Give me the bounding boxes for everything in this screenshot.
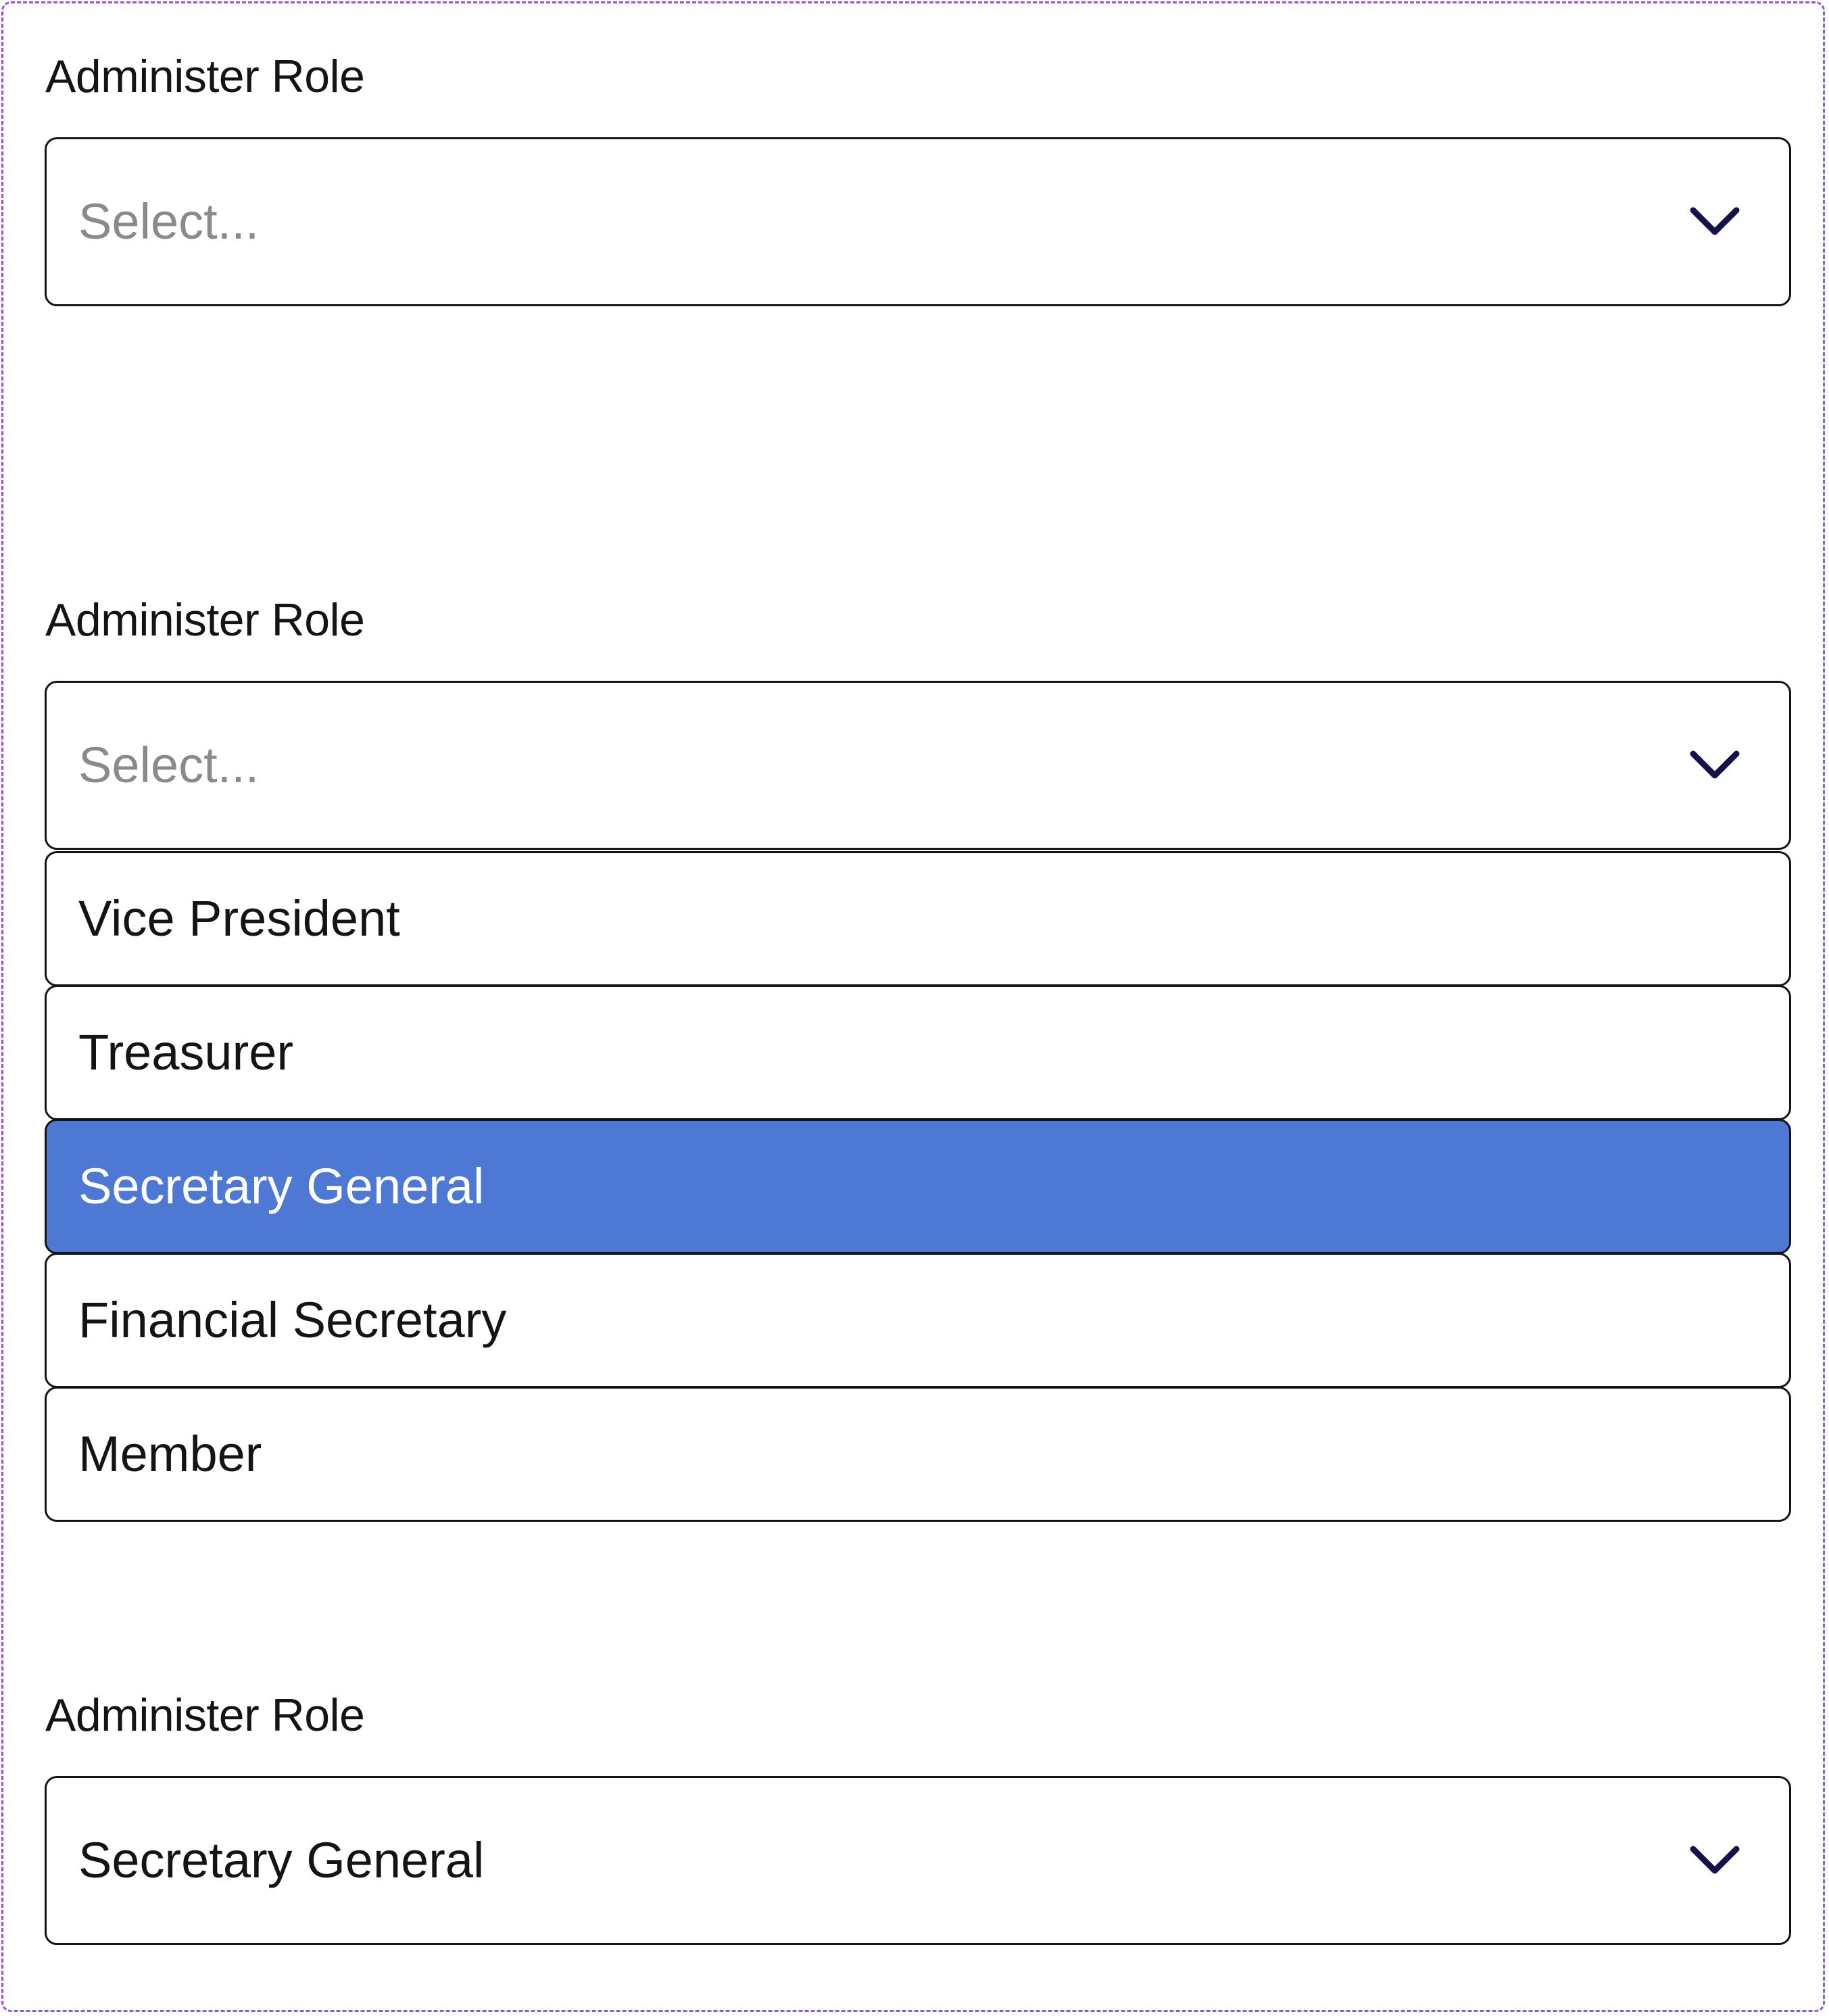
- option-label: Member: [78, 1426, 262, 1482]
- chevron-down-icon: [1690, 207, 1740, 235]
- dropdown-option-financial-secretary[interactable]: Financial Secretary: [45, 1253, 1791, 1388]
- role-select-open[interactable]: Select...: [45, 681, 1791, 850]
- dropdown-option-vice-president[interactable]: Vice President: [45, 851, 1791, 986]
- option-label: Financial Secretary: [78, 1292, 507, 1348]
- field-label: Administer Role: [45, 594, 365, 646]
- chevron-down-icon: [1690, 1846, 1740, 1874]
- option-label: Secretary General: [78, 1158, 485, 1214]
- select-placeholder: Select...: [78, 737, 260, 793]
- dropdown-option-treasurer[interactable]: Treasurer: [45, 985, 1791, 1120]
- field-label: Administer Role: [45, 1689, 365, 1741]
- role-select[interactable]: Select...: [45, 137, 1791, 306]
- dropdown-option-member[interactable]: Member: [45, 1387, 1791, 1522]
- select-value: Secretary General: [78, 1832, 485, 1888]
- role-select-selected[interactable]: Secretary General: [45, 1776, 1791, 1945]
- select-placeholder: Select...: [78, 193, 260, 249]
- field-label: Administer Role: [45, 51, 365, 102]
- option-label: Vice President: [78, 890, 400, 946]
- dropdown-option-secretary-general[interactable]: Secretary General: [45, 1119, 1791, 1254]
- component-frame: Administer Role Select... Administer Rol…: [1, 1, 1825, 2012]
- chevron-down-icon: [1690, 750, 1740, 779]
- option-label: Treasurer: [78, 1024, 294, 1080]
